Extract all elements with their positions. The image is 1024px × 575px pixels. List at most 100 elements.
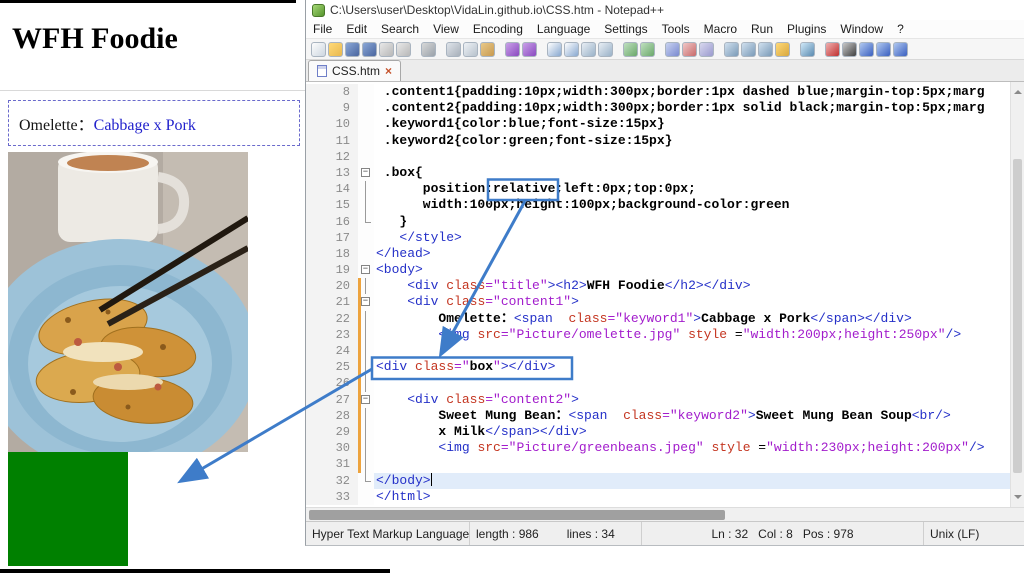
zoom-in-icon[interactable] — [581, 41, 596, 57]
code-line-15[interactable]: 15 width:100px;height:100px;background-c… — [306, 197, 1010, 214]
line-number: 19 — [306, 262, 358, 279]
menu-bar: File Edit Search View Encoding Language Settin… — [306, 20, 1024, 38]
folder-as-workspace-icon[interactable] — [775, 41, 790, 57]
document-list-icon[interactable] — [758, 41, 773, 57]
copy-icon[interactable] — [463, 41, 478, 57]
code-line-27[interactable]: 27− <div class="content2"> — [306, 391, 1010, 408]
code-line-24[interactable]: 24 — [306, 343, 1010, 360]
menu-language[interactable]: Language — [530, 22, 597, 36]
code-line-10[interactable]: 10 .keyword1{color:blue;font-size:15px} — [306, 116, 1010, 133]
menu-run[interactable]: Run — [744, 22, 780, 36]
code-editor[interactable]: 8 .content1{padding:10px;width:300px;bor… — [306, 82, 1024, 507]
document-map-icon[interactable] — [741, 41, 756, 57]
sync-vertical-icon[interactable] — [623, 41, 638, 57]
monitoring-icon[interactable] — [800, 41, 815, 57]
menu-tools[interactable]: Tools — [655, 22, 697, 36]
menu-macro[interactable]: Macro — [697, 22, 744, 36]
menu-help[interactable]: ? — [890, 22, 911, 36]
content1-box: Omelette：Cabbage x Pork — [8, 100, 300, 146]
code-line-26[interactable]: 26 — [306, 375, 1010, 392]
fold-margin — [358, 213, 374, 230]
redo-icon[interactable] — [522, 41, 537, 57]
replace-icon[interactable] — [564, 41, 579, 57]
run-macro-multiple-icon[interactable] — [893, 41, 908, 57]
text-caret — [430, 472, 432, 486]
zoom-out-icon[interactable] — [598, 41, 613, 57]
code-line-31[interactable]: 31 — [306, 456, 1010, 473]
scroll-down-icon[interactable] — [1014, 495, 1022, 503]
save-icon[interactable] — [345, 41, 360, 57]
code-line-30[interactable]: 30 <img src="Picture/greenbeans.jpeg" st… — [306, 440, 1010, 457]
close-icon[interactable] — [379, 41, 394, 57]
show-all-characters-icon[interactable] — [682, 41, 697, 57]
code-line-19[interactable]: 19− <body> — [306, 262, 1010, 279]
code-line-16[interactable]: 16 } — [306, 213, 1010, 230]
sync-horizontal-icon[interactable] — [640, 41, 655, 57]
browser-bottom-edge — [0, 569, 390, 573]
line-number: 16 — [306, 213, 358, 230]
code-line-9[interactable]: 9 .content2{padding:10px;width:300px;bor… — [306, 100, 1010, 117]
undo-icon[interactable] — [505, 41, 520, 57]
code-line-33[interactable]: 33 </html> — [306, 488, 1010, 505]
code-text: <div class="box"></div> — [376, 359, 556, 375]
horizontal-scrollbar[interactable] — [306, 507, 1024, 521]
code-line-21[interactable]: 21− <div class="content1"> — [306, 294, 1010, 311]
paste-icon[interactable] — [480, 41, 495, 57]
scroll-up-icon[interactable] — [1013, 86, 1022, 94]
cut-icon[interactable] — [446, 41, 461, 57]
vertical-scrollbar[interactable] — [1010, 82, 1024, 507]
fold-collapse-icon[interactable]: − — [358, 391, 374, 408]
menu-edit[interactable]: Edit — [339, 22, 374, 36]
record-macro-icon[interactable] — [825, 41, 840, 57]
code-line-14[interactable]: 14 position:relative;left:0px;top:0px; — [306, 181, 1010, 198]
play-macro-icon[interactable] — [859, 41, 874, 57]
code-line-25[interactable]: 25 <div class="box"></div> — [306, 359, 1010, 376]
menu-view[interactable]: View — [426, 22, 466, 36]
code-line-23[interactable]: 23 <img src="Picture/omelette.jpg" style… — [306, 326, 1010, 344]
print-icon[interactable] — [421, 41, 436, 57]
code-line-20[interactable]: 20 <div class="title"><h2>WFH Foodie</h2… — [306, 278, 1010, 295]
function-list-icon[interactable] — [724, 41, 739, 57]
find-icon[interactable] — [547, 41, 562, 57]
stop-macro-icon[interactable] — [842, 41, 857, 57]
code-line-32[interactable]: 32 </body> — [306, 472, 1010, 489]
menu-encoding[interactable]: Encoding — [466, 22, 530, 36]
indent-guide-icon[interactable] — [699, 41, 714, 57]
menu-search[interactable]: Search — [374, 22, 426, 36]
toolbar — [306, 38, 1024, 60]
save-macro-icon[interactable] — [876, 41, 891, 57]
code-line-22[interactable]: 22 Omelette：<span class="keyword1">Cabba… — [306, 310, 1010, 328]
status-length-lines: length : 986 lines : 34 — [470, 522, 642, 545]
open-folder-icon[interactable] — [328, 41, 343, 57]
close-tab-icon[interactable]: × — [385, 65, 392, 77]
fold-collapse-icon[interactable]: − — [358, 294, 374, 311]
tab-css-htm[interactable]: CSS.htm × — [308, 60, 402, 81]
menu-settings[interactable]: Settings — [597, 22, 654, 36]
vertical-scrollbar-thumb[interactable] — [1013, 158, 1022, 473]
fold-collapse-icon[interactable]: − — [358, 262, 374, 279]
save-all-icon[interactable] — [362, 41, 377, 57]
omelette-photo-illustration — [8, 152, 248, 452]
code-line-28[interactable]: 28 Sweet Mung Bean：<span class="keyword2… — [306, 407, 1010, 425]
close-all-icon[interactable] — [396, 41, 411, 57]
code-line-17[interactable]: 17 </style> — [306, 229, 1010, 246]
code-line-18[interactable]: 18 </head> — [306, 245, 1010, 263]
word-wrap-icon[interactable] — [665, 41, 680, 57]
window-title: C:\Users\user\Desktop\VidaLin.github.io\… — [330, 3, 664, 17]
code-line-13[interactable]: 13− .box{ — [306, 164, 1010, 182]
menu-file[interactable]: File — [306, 22, 339, 36]
code-line-8[interactable]: 8 .content1{padding:10px;width:300px;bor… — [306, 84, 1010, 101]
fold-margin — [358, 229, 374, 246]
title-bar: C:\Users\user\Desktop\VidaLin.github.io\… — [306, 0, 1024, 20]
code-line-29[interactable]: 29 x Milk</span></div> — [306, 423, 1010, 441]
menu-plugins[interactable]: Plugins — [780, 22, 833, 36]
fold-margin — [358, 148, 374, 165]
new-file-icon[interactable] — [311, 41, 326, 57]
line-number: 12 — [306, 148, 358, 165]
horizontal-scrollbar-thumb[interactable] — [309, 510, 726, 520]
code-line-11[interactable]: 11 .keyword2{color:green;font-size:15px} — [306, 132, 1010, 149]
content1-label: Omelette： — [19, 117, 94, 134]
menu-window[interactable]: Window — [833, 22, 890, 36]
fold-collapse-icon[interactable]: − — [358, 164, 374, 182]
code-line-12[interactable]: 12 — [306, 148, 1010, 165]
